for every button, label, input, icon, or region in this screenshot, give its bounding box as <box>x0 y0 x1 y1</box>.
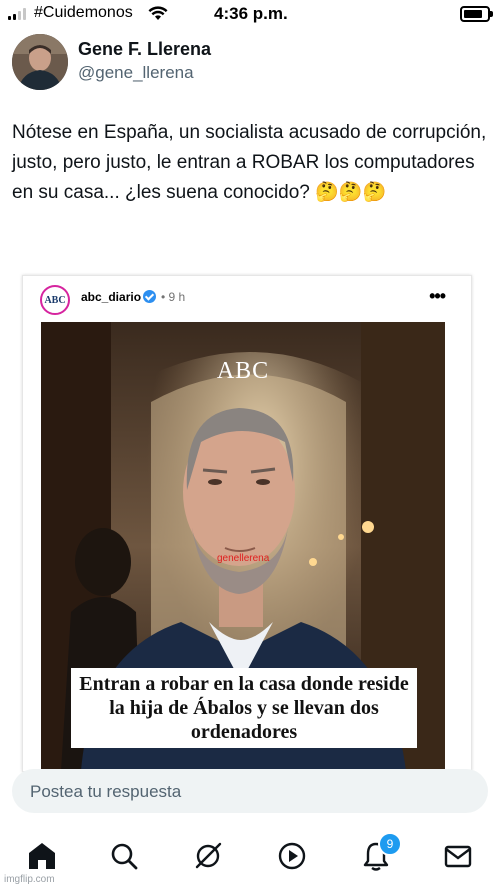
abc-logo-icon: ABC <box>40 285 70 315</box>
tweet-text: Nótese en España, un socialista acusado … <box>12 122 487 203</box>
image-brand-text: ABC <box>216 358 270 384</box>
grok-icon[interactable] <box>192 840 226 874</box>
reply-box[interactable] <box>12 769 488 815</box>
tweet-media[interactable]: ABC abc_diario • 9 h ••• ABC genellerena… <box>22 275 472 772</box>
carrier-label: #Cuidemonos <box>34 4 133 21</box>
avatar[interactable] <box>12 34 68 90</box>
news-photo: ABC genellerena Entran a robar en la cas… <box>41 322 445 771</box>
abc-logo-text: ABC <box>44 294 66 306</box>
verified-icon <box>143 290 156 303</box>
author-handle[interactable]: @gene_llerena <box>78 63 194 83</box>
news-headline: Entran a robar en la casa donde reside l… <box>71 668 417 748</box>
wifi-icon <box>148 6 168 20</box>
author-name[interactable]: Gene F. Llerena <box>78 39 211 60</box>
reply-input[interactable] <box>28 769 472 815</box>
clock: 4:36 p.m. <box>214 4 288 23</box>
notifications-icon[interactable]: 9 <box>360 832 402 874</box>
video-icon[interactable] <box>276 840 310 874</box>
more-options-icon: ••• <box>429 286 446 306</box>
search-icon[interactable] <box>108 840 142 874</box>
embedded-post-time: • 9 h <box>161 290 186 304</box>
image-watermark: genellerena <box>217 553 270 564</box>
messages-icon[interactable] <box>442 840 476 874</box>
tweet-author[interactable]: Gene F. Llerena @gene_llerena <box>12 34 492 94</box>
signal-icon <box>8 8 26 20</box>
embedded-post-header: ABC abc_diario • 9 h ••• <box>23 276 471 320</box>
embedded-account-name: abc_diario <box>81 290 142 304</box>
battery-icon <box>460 6 493 22</box>
status-bar: #Cuidemonos 4:36 p.m. <box>0 0 500 28</box>
imgflip-watermark: imgflip.com <box>4 874 55 885</box>
bottom-nav: 9 <box>0 828 500 888</box>
notification-count-badge: 9 <box>378 832 402 856</box>
home-icon[interactable] <box>26 840 60 874</box>
